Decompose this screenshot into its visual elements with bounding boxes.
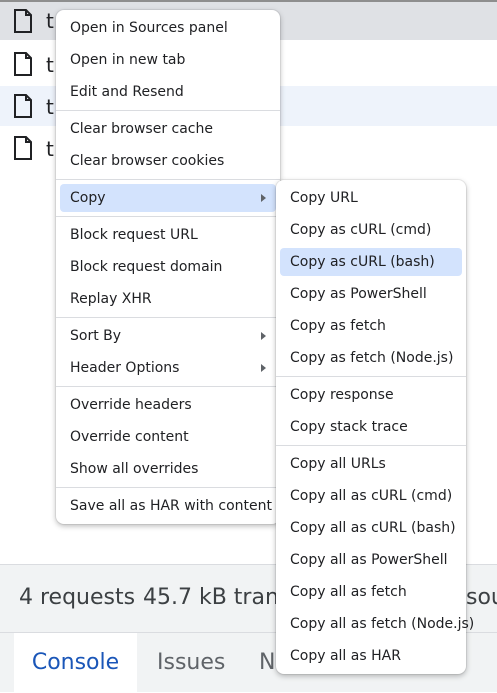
menu-separator [56, 487, 280, 488]
copy-all-as-curl-bash-item[interactable]: Copy all as cURL (bash) [280, 514, 462, 542]
request-count: 4 requests [19, 585, 136, 610]
menu-separator [56, 386, 280, 387]
submenu-arrow-icon [261, 364, 266, 372]
sort-by-label: Sort By [70, 328, 122, 344]
override-content-item[interactable]: Override content [60, 423, 276, 451]
copy-all-as-fetch-item[interactable]: Copy all as fetch [280, 578, 462, 606]
tab-issues-label: Issues [157, 650, 226, 675]
replay-xhr-item[interactable]: Replay XHR [60, 285, 276, 313]
block-request-url-item[interactable]: Block request URL [60, 221, 276, 249]
tab-network-conditions[interactable]: N [259, 633, 275, 692]
menu-separator [56, 179, 280, 180]
request-name: t [46, 95, 54, 119]
copy-as-curl-cmd-item[interactable]: Copy as cURL (cmd) [280, 216, 462, 244]
copy-all-as-har-item[interactable]: Copy all as HAR [280, 642, 462, 670]
menu-separator [56, 216, 280, 217]
override-headers-item[interactable]: Override headers [60, 391, 276, 419]
request-name: t [46, 53, 54, 77]
copy-label: Copy [70, 190, 106, 206]
tab-network-conditions-label: N [259, 650, 276, 675]
transferred-size: 45.7 kB trans [143, 585, 291, 610]
sort-by-item[interactable]: Sort By [60, 322, 276, 350]
menu-separator [56, 110, 280, 111]
open-in-new-tab-item[interactable]: Open in new tab [60, 46, 276, 74]
copy-response-item[interactable]: Copy response [280, 381, 462, 409]
menu-separator [276, 376, 466, 377]
edit-and-resend-item[interactable]: Edit and Resend [60, 78, 276, 106]
file-icon [14, 136, 32, 160]
clear-cache-item[interactable]: Clear browser cache [60, 115, 276, 143]
context-menu: Open in Sources panel Open in new tab Ed… [56, 10, 280, 524]
copy-all-as-powershell-item[interactable]: Copy all as PowerShell [280, 546, 462, 574]
tab-console-label: Console [31, 650, 120, 675]
copy-all-as-curl-cmd-item[interactable]: Copy all as cURL (cmd) [280, 482, 462, 510]
tab-issues[interactable]: Issues [157, 633, 225, 692]
request-name: t [46, 9, 54, 33]
copy-as-fetch-node-item[interactable]: Copy as fetch (Node.js) [280, 344, 462, 372]
copy-as-curl-bash-item[interactable]: Copy as cURL (bash) [280, 248, 462, 276]
file-icon [14, 94, 32, 118]
resources-size: sou [466, 585, 497, 610]
menu-separator [56, 317, 280, 318]
show-all-overrides-item[interactable]: Show all overrides [60, 455, 276, 483]
copy-as-powershell-item[interactable]: Copy as PowerShell [280, 280, 462, 308]
save-har-item[interactable]: Save all as HAR with content [60, 492, 276, 520]
header-options-item[interactable]: Header Options [60, 354, 276, 382]
clear-cookies-item[interactable]: Clear browser cookies [60, 147, 276, 175]
copy-url-item[interactable]: Copy URL [280, 184, 462, 212]
file-icon [14, 9, 32, 33]
block-request-domain-item[interactable]: Block request domain [60, 253, 276, 281]
request-name: t [46, 137, 54, 161]
copy-submenu-item[interactable]: Copy [60, 184, 276, 212]
tab-console[interactable]: Console [14, 633, 137, 692]
copy-stack-trace-item[interactable]: Copy stack trace [280, 413, 462, 441]
copy-all-as-fetch-node-item[interactable]: Copy all as fetch (Node.js) [280, 610, 474, 638]
file-icon [14, 52, 32, 76]
submenu-arrow-icon [261, 332, 266, 340]
copy-submenu: Copy URL Copy as cURL (cmd) Copy as cURL… [276, 180, 474, 674]
submenu-arrow-icon [261, 194, 266, 202]
menu-separator [276, 445, 466, 446]
copy-as-fetch-item[interactable]: Copy as fetch [280, 312, 462, 340]
open-in-sources-item[interactable]: Open in Sources panel [60, 14, 276, 42]
copy-all-urls-item[interactable]: Copy all URLs [280, 450, 462, 478]
header-options-label: Header Options [70, 360, 180, 376]
